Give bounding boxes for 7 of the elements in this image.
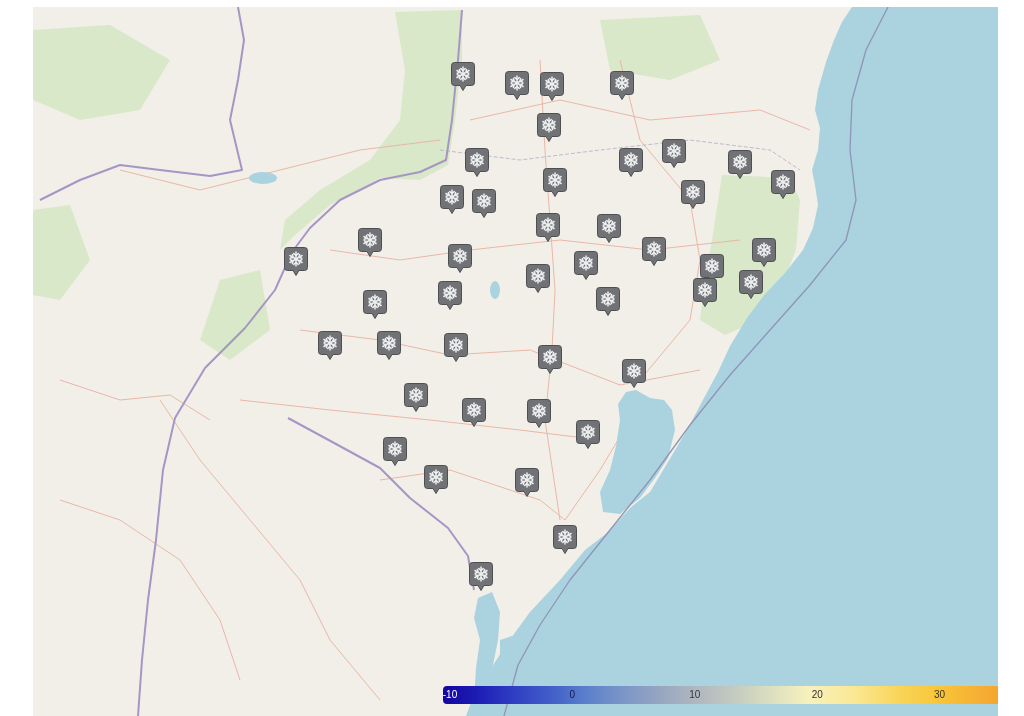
scale-label: 10 xyxy=(689,688,701,702)
scale-label: -10 xyxy=(442,688,458,702)
lake xyxy=(249,172,277,184)
scale-label: 0 xyxy=(569,688,576,702)
lake xyxy=(490,281,500,299)
scale-label: 30 xyxy=(934,688,946,702)
scale-label: 20 xyxy=(811,688,823,702)
